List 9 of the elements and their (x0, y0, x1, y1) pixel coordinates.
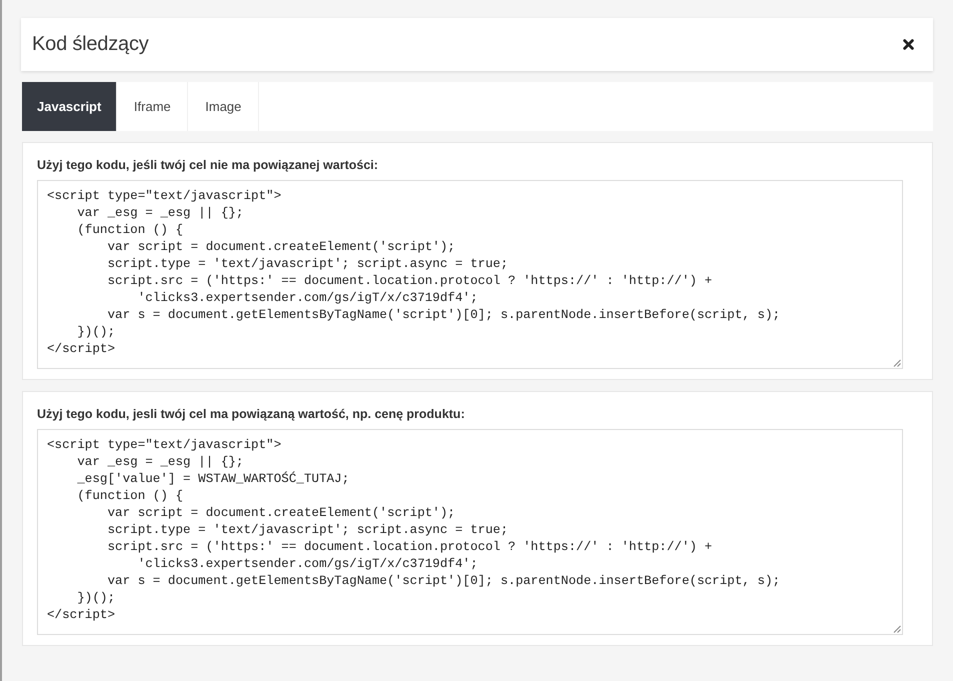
code-textarea[interactable]: <script type="text/javascript"> var _esg = _esg || {}; _esg['value'] = WSTAW_WARTOŚĆ_TUTAJ; (function () { var script = document.createElement('script'); script.type = 'text/javascript'; script.async = true; script.src = ('https:' == document.location.protocol ? 'https://' : 'http://') + 'clicks3.expertsender.com/gs/igT/x/c3719df4'; var s = document.getElementsByTagName('script')[0]; s.parentNode.insertBefore(script, s); })(); </script> (37, 429, 903, 635)
resize-handle-icon[interactable] (893, 359, 901, 367)
close-icon[interactable] (903, 39, 914, 50)
resize-handle-icon[interactable] (893, 625, 901, 633)
dialog-title: Kod śledzący (32, 33, 149, 56)
tab[interactable]: Javascript (22, 82, 118, 131)
code-textarea[interactable]: <script type="text/javascript"> var _esg = _esg || {}; (function () { var script = document.createElement('script'); script.type = 'text/javascript'; script.async = true; script.src = ('https:' == document.location.protocol ? 'https://' : 'http://') + 'clicks3.expertsender.com/gs/igT/x/c3719df4'; var s = document.getElementsByTagName('script')[0]; s.parentNode.insertBefore(script, s); })(); </script> (37, 180, 903, 369)
section-label: Użyj tego kodu, jesli twój cel ma powiązaną wartość, np. cenę produktu: (37, 406, 465, 423)
section-label: Użyj tego kodu, jeśli twój cel nie ma powiązanej wartości: (37, 157, 378, 174)
